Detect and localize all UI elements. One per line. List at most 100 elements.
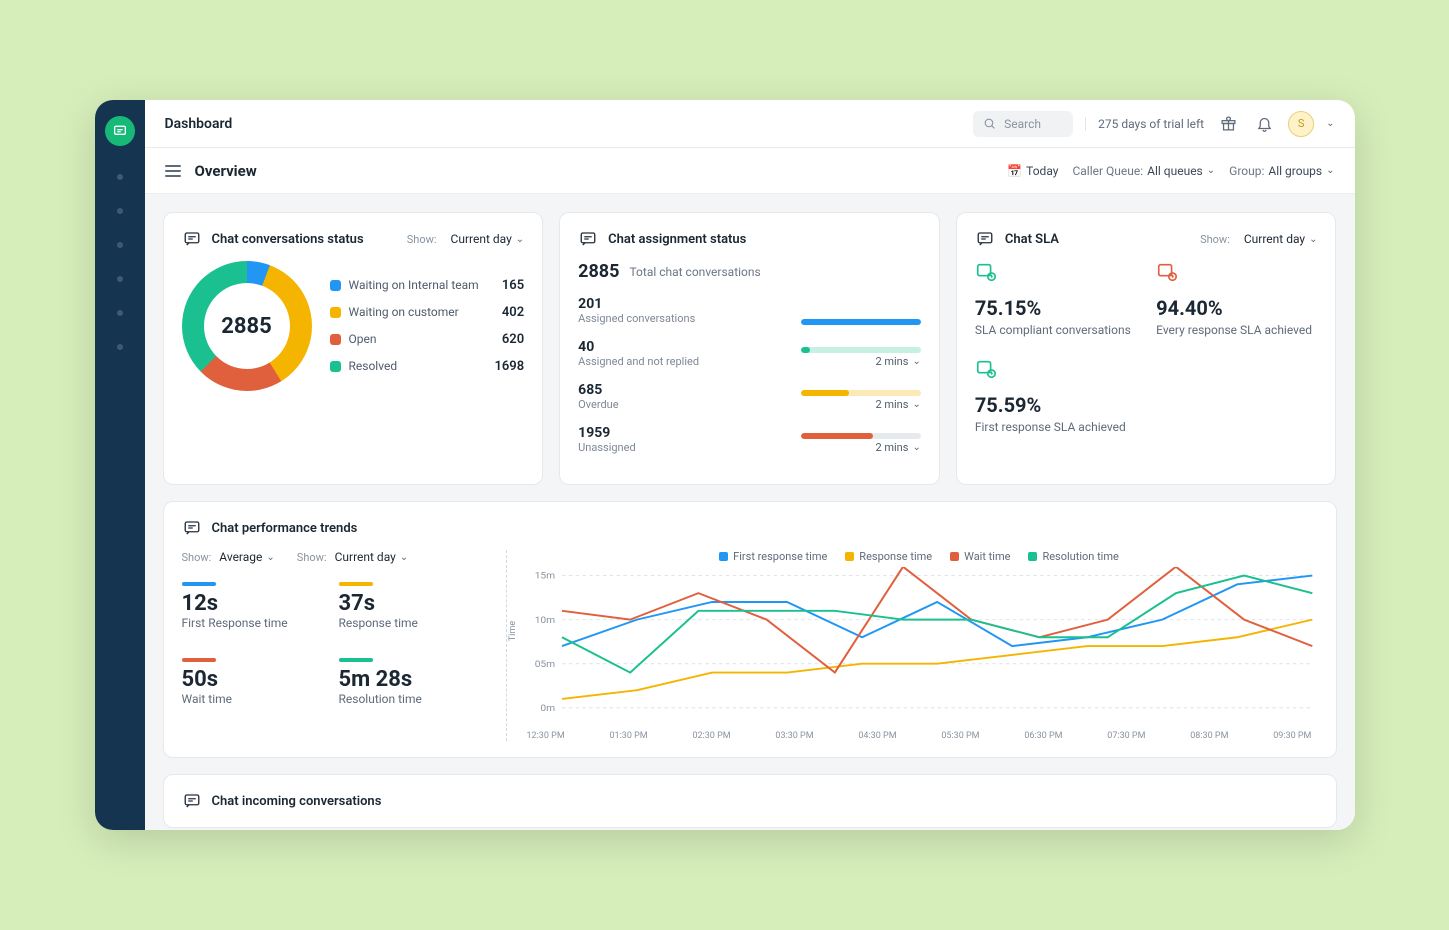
sla-icon — [975, 358, 1136, 385]
perf-metric: 50s Wait time — [182, 658, 305, 706]
trial-status: 275 days of trial left — [1085, 117, 1204, 131]
chart-legend-item: Response time — [845, 550, 932, 563]
chat-icon — [182, 518, 202, 538]
assignment-row: 1959 Unassigned 2 mins ⌄ — [578, 425, 921, 454]
queue-filter[interactable]: Caller Queue: All queues ⌄ — [1072, 164, 1215, 178]
chart-legend-item: Resolution time — [1028, 550, 1118, 563]
sidebar-item[interactable] — [117, 276, 123, 282]
sidebar-item[interactable] — [117, 242, 123, 248]
time-select[interactable]: 2 mins ⌄ — [875, 441, 920, 454]
progress-bar — [801, 347, 921, 353]
legend-item: Waiting on Internal team 165 — [330, 278, 525, 293]
assignment-row: 40 Assigned and not replied 2 mins ⌄ — [578, 339, 921, 368]
legend-value: 402 — [502, 305, 524, 320]
legend-swatch — [330, 334, 341, 345]
chevron-down-icon[interactable]: ⌄ — [1326, 118, 1334, 129]
x-tick: 09:30 PM — [1273, 731, 1311, 741]
group-filter[interactable]: Group: All groups ⌄ — [1229, 164, 1334, 178]
x-tick: 05:30 PM — [941, 731, 979, 741]
show-select[interactable]: Current day ⌄ — [1244, 232, 1318, 246]
chevron-down-icon: ⌄ — [1326, 165, 1334, 176]
chevron-down-icon: ⌄ — [266, 552, 274, 563]
card-chat-sla: Chat SLA Show: Current day ⌄ 75.15% SLA … — [956, 212, 1337, 485]
card-title: Chat SLA — [1005, 232, 1190, 247]
sidebar-item[interactable] — [117, 208, 123, 214]
metric-label: Wait time — [182, 692, 305, 706]
show-average-select[interactable]: Show: Average ⌄ — [182, 550, 275, 564]
sla-icon — [975, 261, 1136, 288]
assignment-row: 201 Assigned conversations — [578, 296, 921, 325]
sla-value: 94.40% — [1156, 296, 1317, 320]
assignment-row: 685 Overdue 2 mins ⌄ — [578, 382, 921, 411]
legend-label: Waiting on customer — [349, 305, 494, 320]
bell-icon[interactable] — [1252, 112, 1276, 136]
legend-item: Open 620 — [330, 332, 525, 347]
assign-value: 1959 — [578, 425, 636, 441]
overview-title: Overview — [195, 162, 257, 180]
progress-bar — [801, 319, 921, 325]
assign-value: 40 — [578, 339, 699, 355]
x-tick: 12:30 PM — [527, 731, 565, 741]
metric-accent — [339, 582, 373, 586]
legend-item: Resolved 1698 — [330, 359, 525, 374]
chart-legend-item: First response time — [719, 550, 827, 563]
x-tick: 04:30 PM — [858, 731, 896, 741]
app-logo[interactable] — [105, 116, 135, 146]
card-conversations-status: Chat conversations status Show: Current … — [163, 212, 544, 485]
main-panel: Dashboard Search 275 days of trial left … — [145, 100, 1355, 830]
metric-label: Resolution time — [339, 692, 462, 706]
search-input[interactable]: Search — [973, 111, 1073, 137]
assign-label: Overdue — [578, 398, 618, 411]
metric-accent — [182, 658, 216, 662]
sla-value: 75.15% — [975, 296, 1136, 320]
legend-label: Waiting on Internal team — [349, 278, 494, 293]
sidebar-item[interactable] — [117, 344, 123, 350]
today-filter[interactable]: 📅 Today — [1007, 164, 1058, 178]
legend-value: 165 — [502, 278, 524, 293]
total-conversations: 2885 — [578, 261, 619, 282]
legend-swatch — [330, 280, 341, 291]
avatar[interactable]: S — [1288, 111, 1314, 137]
chat-icon — [182, 229, 202, 249]
sidebar-item[interactable] — [117, 174, 123, 180]
metric-accent — [339, 658, 373, 662]
legend-label: Open — [349, 332, 494, 347]
metric-value: 37s — [339, 591, 462, 616]
card-incoming-conversations: Chat incoming conversations — [163, 774, 1337, 828]
assign-label: Assigned and not replied — [578, 355, 699, 368]
legend-label: Resolved — [349, 359, 487, 374]
legend-item: Waiting on customer 402 — [330, 305, 525, 320]
sidebar-item[interactable] — [117, 310, 123, 316]
chevron-down-icon: ⌄ — [516, 234, 524, 245]
sla-metric: 75.59% First response SLA achieved — [975, 358, 1136, 435]
gift-icon[interactable] — [1216, 112, 1240, 136]
x-tick: 06:30 PM — [1024, 731, 1062, 741]
time-select[interactable]: 2 mins ⌄ — [875, 398, 920, 411]
x-tick: 02:30 PM — [692, 731, 730, 741]
legend-swatch — [330, 307, 341, 318]
assign-label: Assigned conversations — [578, 312, 695, 325]
sla-metric: 94.40% Every response SLA achieved — [1156, 261, 1317, 338]
metric-label: First Response time — [182, 616, 305, 630]
x-tick: 03:30 PM — [775, 731, 813, 741]
metric-label: Response time — [339, 616, 462, 630]
card-title: Chat conversations status — [212, 232, 397, 247]
sla-label: Every response SLA achieved — [1156, 322, 1317, 338]
show-day-select[interactable]: Show: Current day ⌄ — [297, 550, 408, 564]
metric-accent — [182, 582, 216, 586]
subbar: Overview 📅 Today Caller Queue: All queue… — [145, 148, 1355, 194]
content: Chat conversations status Show: Current … — [145, 194, 1355, 830]
card-assignment-status: Chat assignment status 2885 Total chat c… — [559, 212, 940, 485]
sla-metric: 75.15% SLA compliant conversations — [975, 261, 1136, 338]
legend-value: 620 — [502, 332, 524, 347]
y-axis-label: Time — [508, 620, 518, 640]
donut-chart: 2885 — [182, 261, 312, 391]
chevron-down-icon: ⌄ — [1207, 165, 1215, 176]
x-tick: 01:30 PM — [609, 731, 647, 741]
chat-icon — [578, 229, 598, 249]
perf-metric: 37s Response time — [339, 582, 462, 630]
show-select[interactable]: Current day ⌄ — [451, 232, 525, 246]
time-select[interactable]: 2 mins ⌄ — [875, 355, 920, 368]
metric-value: 5m 28s — [339, 667, 462, 692]
menu-icon[interactable] — [165, 165, 181, 177]
